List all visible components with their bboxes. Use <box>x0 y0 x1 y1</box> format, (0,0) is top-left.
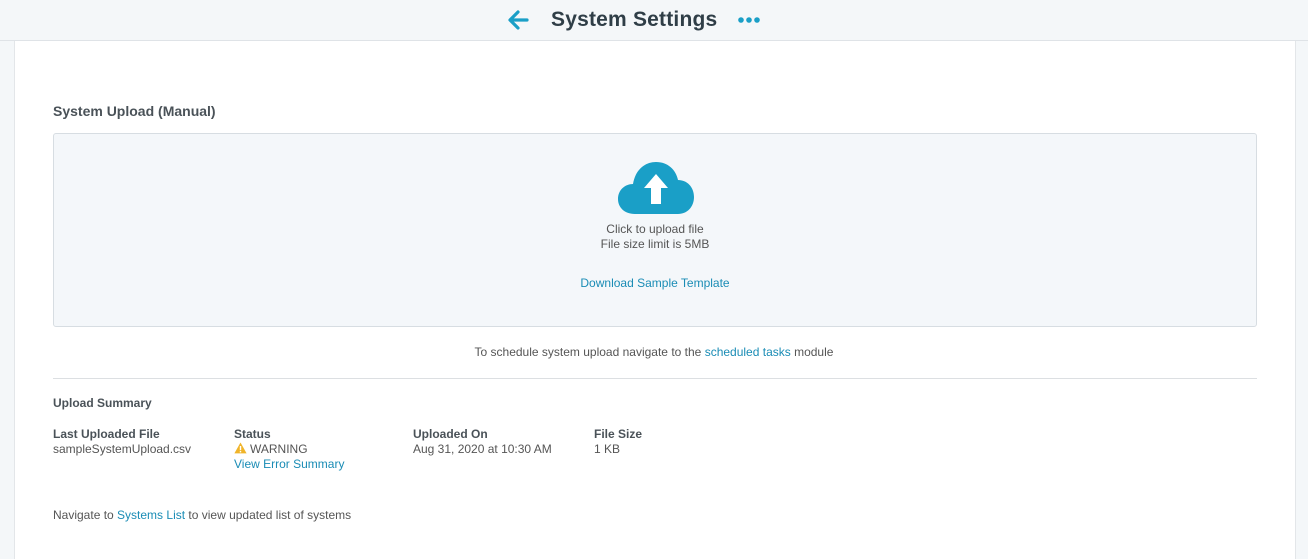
navigate-suffix: to view updated list of systems <box>185 508 352 522</box>
page-title: System Settings <box>551 8 718 31</box>
upload-summary-title: Upload Summary <box>53 396 152 410</box>
uploaded-on-label: Uploaded On <box>413 427 488 441</box>
status-column: Status WARNING View Error Summary <box>234 427 344 472</box>
file-upload-dropzone[interactable]: Click to upload file File size limit is … <box>53 133 1257 327</box>
file-size-limit: File size limit is 5MB <box>600 237 710 251</box>
cloud-upload-icon <box>618 162 694 214</box>
status-value: WARNING <box>250 442 308 456</box>
more-horizontal-icon[interactable] <box>738 16 760 24</box>
divider <box>53 378 1257 379</box>
section-title: System Upload (Manual) <box>53 103 216 119</box>
back-button[interactable] <box>505 8 531 32</box>
settings-panel: System Upload (Manual) Click to upload f… <box>14 41 1296 559</box>
uploaded-on-value: Aug 31, 2020 at 10:30 AM <box>413 442 552 456</box>
download-template-link[interactable]: Download Sample Template <box>54 276 1256 290</box>
arrow-left-icon[interactable] <box>507 10 529 30</box>
uploaded-on-column: Uploaded On Aug 31, 2020 at 10:30 AM <box>413 427 552 457</box>
last-file-label: Last Uploaded File <box>53 427 160 441</box>
more-options-button[interactable] <box>737 12 761 28</box>
file-size-label: File Size <box>594 427 643 441</box>
header-bar: System Settings <box>0 0 1308 41</box>
view-error-summary-link[interactable]: View Error Summary <box>234 457 344 471</box>
file-size-column: File Size 1 KB <box>594 427 642 457</box>
navigate-prefix: Navigate to <box>53 508 118 522</box>
schedule-info: To schedule system upload navigate to th… <box>53 345 1255 359</box>
scheduled-tasks-link[interactable]: scheduled tasks <box>705 345 791 359</box>
upload-instruction: Click to upload file <box>606 222 704 236</box>
last-file-value: sampleSystemUpload.csv <box>53 442 192 456</box>
status-label: Status <box>234 427 271 441</box>
schedule-suffix: module <box>790 345 834 359</box>
status-value-row: WARNING <box>234 442 344 457</box>
systems-list-link[interactable]: Systems List <box>117 508 185 522</box>
last-file-column: Last Uploaded File sampleSystemUpload.cs… <box>53 427 191 457</box>
warning-icon <box>234 442 247 454</box>
file-size-value: 1 KB <box>594 442 621 456</box>
navigate-info: Navigate to Systems List to view updated… <box>53 508 351 522</box>
schedule-prefix: To schedule system upload navigate to th… <box>474 345 705 359</box>
